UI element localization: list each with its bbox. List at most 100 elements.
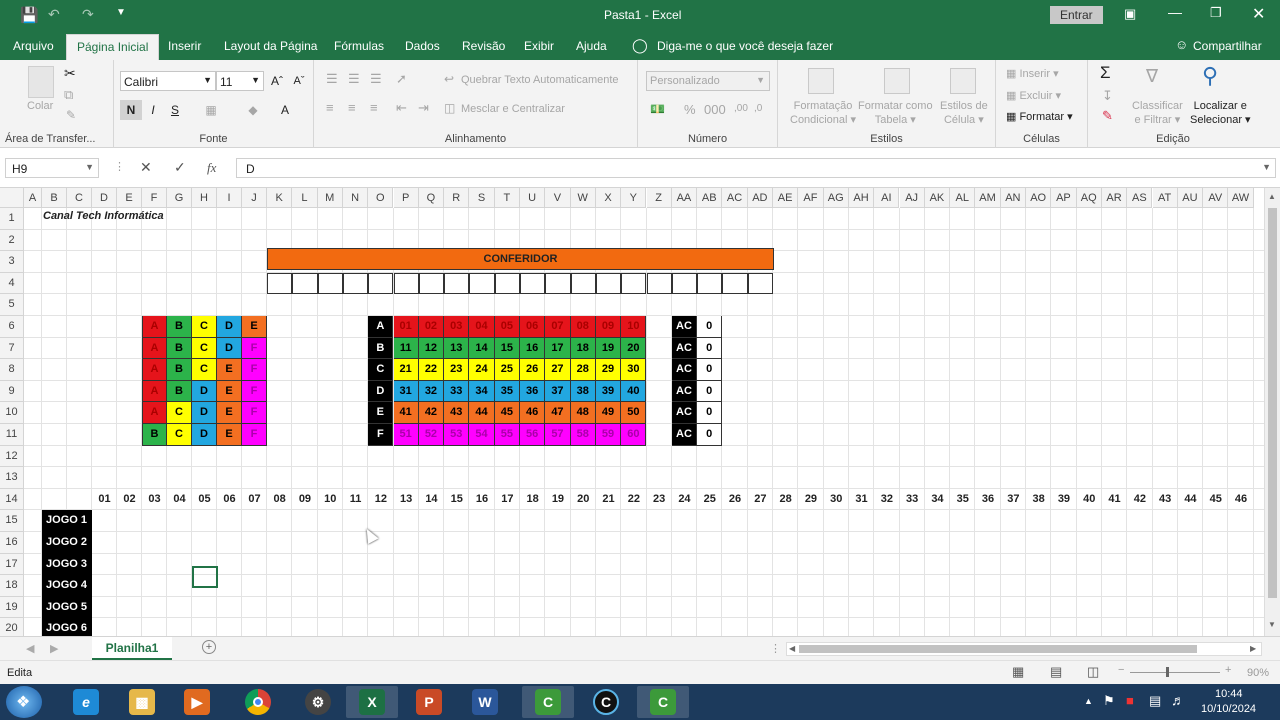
column-header-at[interactable]: AT	[1152, 188, 1178, 208]
number-row-letter[interactable]: E	[368, 402, 394, 424]
number-cell[interactable]: 59	[595, 424, 622, 446]
row-header-20[interactable]: 20	[0, 618, 24, 636]
format-table-icon[interactable]	[884, 68, 910, 94]
number-format-select[interactable]: Personalizado ▼	[646, 71, 770, 91]
header-number-cell[interactable]: 45	[1203, 489, 1228, 511]
number-cell[interactable]: 55	[494, 424, 520, 446]
row-header-9[interactable]: 9	[0, 380, 24, 403]
column-header-m[interactable]: M	[317, 188, 343, 208]
customize-qat-icon[interactable]: ▼	[116, 7, 126, 18]
number-cell[interactable]: 47	[545, 402, 571, 424]
ac-label-cell[interactable]: AC	[671, 359, 698, 381]
header-number-cell[interactable]: 03	[142, 489, 167, 511]
header-number-cell[interactable]: 46	[1228, 489, 1253, 511]
number-cell[interactable]: 01	[393, 316, 419, 338]
header-number-cell[interactable]: 04	[167, 489, 192, 511]
insert-cells-button[interactable]: ▦ Inserir ▾	[1006, 67, 1059, 80]
split-handle-icon[interactable]: ⋮	[770, 642, 781, 655]
number-cell[interactable]: 14	[469, 337, 495, 360]
number-cell[interactable]: 05	[494, 316, 520, 338]
conferidor-input-cell[interactable]	[697, 272, 723, 295]
ac-label-cell[interactable]: AC	[671, 316, 698, 338]
column-header-ao[interactable]: AO	[1026, 188, 1052, 208]
page-break-icon[interactable]: ◫	[1087, 664, 1099, 680]
tab-pagina-inicial[interactable]: Página Inicial	[66, 34, 160, 60]
column-header-au[interactable]: AU	[1177, 188, 1204, 208]
increase-indent-icon[interactable]: ⇥	[418, 100, 429, 116]
taskbar-app10[interactable]: C	[580, 686, 632, 718]
align-right-icon[interactable]: ≡	[370, 100, 378, 115]
row-header-6[interactable]: 6	[0, 316, 24, 338]
column-header-k[interactable]: K	[267, 188, 293, 208]
conferidor-input-cell[interactable]	[393, 272, 419, 295]
conferidor-input-cell[interactable]	[722, 272, 748, 295]
taskbar-word[interactable]: W	[459, 686, 511, 718]
header-number-cell[interactable]: 35	[950, 489, 975, 511]
header-number-cell[interactable]: 31	[849, 489, 874, 511]
ribbon-display-icon[interactable]: ▣	[1124, 6, 1136, 22]
number-cell[interactable]: 36	[520, 380, 546, 403]
zoom-slider-thumb[interactable]	[1166, 667, 1169, 677]
letter-cell[interactable]: D	[217, 316, 242, 338]
jogo-label[interactable]: JOGO 4	[42, 575, 92, 597]
name-box[interactable]: H9 ▼	[5, 158, 99, 178]
number-cell[interactable]: 21	[393, 359, 419, 381]
header-number-cell[interactable]: 21	[596, 489, 621, 511]
format-cells-button[interactable]: ▦ Formatar ▾	[1006, 110, 1073, 123]
hscroll-right-icon[interactable]: ▶	[1250, 644, 1256, 653]
ac-value-cell[interactable]: 0	[697, 380, 723, 403]
letter-cell[interactable]: F	[242, 424, 267, 446]
number-cell[interactable]: 26	[520, 359, 546, 381]
hscroll-thumb[interactable]	[799, 645, 1197, 653]
column-header-aa[interactable]: AA	[671, 188, 698, 208]
enter-icon[interactable]: ✓	[174, 159, 186, 176]
header-number-cell[interactable]: 05	[192, 489, 217, 511]
conferidor-input-cell[interactable]	[444, 272, 470, 295]
cut-icon[interactable]: ✂	[64, 65, 76, 82]
redo-icon[interactable]: ↷	[82, 6, 94, 23]
header-number-cell[interactable]: 09	[292, 489, 317, 511]
ac-label-cell[interactable]: AC	[671, 402, 698, 424]
number-cell[interactable]: 11	[393, 337, 419, 360]
number-cell[interactable]: 27	[545, 359, 571, 381]
column-header-al[interactable]: AL	[950, 188, 976, 208]
column-header-n[interactable]: N	[342, 188, 369, 208]
number-cell[interactable]: 09	[595, 316, 622, 338]
clear-icon[interactable]: ✎	[1102, 108, 1113, 124]
column-header-u[interactable]: U	[520, 188, 546, 208]
column-header-s[interactable]: S	[469, 188, 495, 208]
header-number-cell[interactable]: 27	[748, 489, 773, 511]
column-header-v[interactable]: V	[545, 188, 571, 208]
taskbar-explorer[interactable]: ▩	[116, 686, 168, 718]
column-header-h[interactable]: H	[192, 188, 217, 208]
number-cell[interactable]: 33	[444, 380, 470, 403]
number-cell[interactable]: 41	[393, 402, 419, 424]
tab-exibir[interactable]: Exibir	[524, 39, 554, 53]
tab-formulas[interactable]: Fórmulas	[334, 39, 384, 53]
conferidor-input-cell[interactable]	[570, 272, 596, 295]
row-header-3[interactable]: 3	[0, 251, 24, 273]
header-number-cell[interactable]: 36	[975, 489, 1000, 511]
column-header-aj[interactable]: AJ	[899, 188, 925, 208]
percent-icon[interactable]: %	[684, 102, 696, 117]
letter-cell[interactable]: A	[142, 337, 167, 360]
delete-cells-button[interactable]: ▦ Excluir ▾	[1006, 89, 1061, 102]
header-number-cell[interactable]: 16	[469, 489, 494, 511]
sort-filter-icon[interactable]: ∇	[1146, 66, 1158, 87]
cancel-icon[interactable]: ✕	[140, 159, 152, 176]
letter-cell[interactable]: B	[167, 316, 192, 338]
ac-value-cell[interactable]: 0	[697, 337, 723, 360]
number-cell[interactable]: 08	[570, 316, 596, 338]
column-header-w[interactable]: W	[570, 188, 596, 208]
column-header-ai[interactable]: AI	[874, 188, 900, 208]
borders-icon[interactable]: ▦	[200, 100, 222, 120]
conferidor-input-cell[interactable]	[418, 272, 445, 295]
merge-icon[interactable]: ◫	[444, 101, 455, 115]
number-row-letter[interactable]: D	[368, 380, 394, 403]
letter-cell[interactable]: F	[242, 380, 267, 403]
number-cell[interactable]: 49	[595, 402, 622, 424]
column-header-ak[interactable]: AK	[924, 188, 951, 208]
number-row-letter[interactable]: F	[368, 424, 394, 446]
letter-cell[interactable]: D	[192, 402, 217, 424]
number-cell[interactable]: 12	[418, 337, 445, 360]
